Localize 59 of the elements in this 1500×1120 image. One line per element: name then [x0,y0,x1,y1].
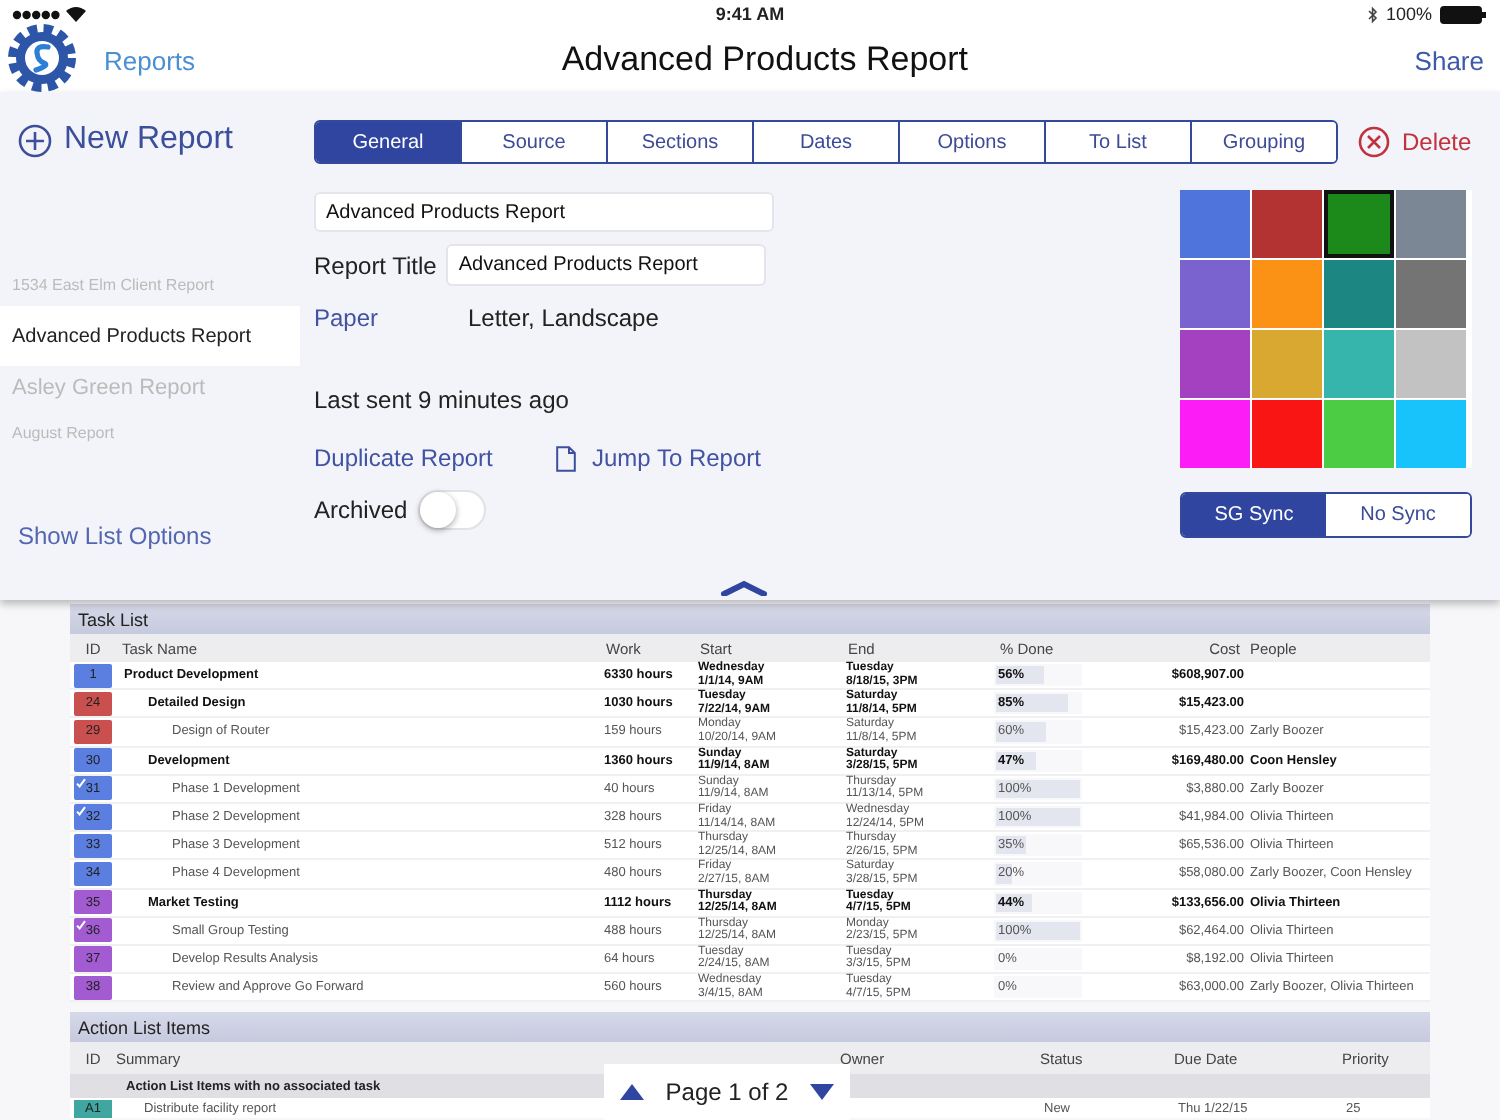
color-swatch[interactable] [1324,330,1394,398]
paper-link[interactable]: Paper [314,304,458,332]
report-list-item[interactable]: Advanced Products Report [0,306,300,366]
color-swatch[interactable] [1396,400,1466,468]
color-swatch[interactable] [1252,260,1322,328]
page-title: Advanced Products Report [559,40,970,80]
archived-toggle[interactable] [417,490,486,530]
clock-time: 9:41 AM [715,4,785,24]
tab[interactable]: Options [898,122,1044,162]
report-title-field[interactable]: Advanced Products Report [446,244,767,286]
jump-to-report-link[interactable]: Jump To Report [592,444,761,472]
page-indicator: Page 1 of 2 [665,1078,789,1106]
section-header: Action List Items [70,1012,1430,1043]
check-icon [76,778,86,789]
sync-option[interactable]: SG Sync [1182,494,1326,536]
tab[interactable]: Dates [752,122,898,162]
delete-button[interactable]: Delete [1358,126,1472,158]
tab[interactable]: Source [460,122,606,162]
paper-value: Letter, Landscape [468,304,659,332]
color-swatch[interactable] [1180,190,1250,258]
check-icon [76,806,86,817]
color-swatch[interactable] [1252,330,1322,398]
duplicate-report-link[interactable]: Duplicate Report [314,444,556,472]
tab[interactable]: To List [1044,122,1190,162]
bluetooth-icon [1367,5,1378,23]
battery-icon [1440,5,1488,23]
tab[interactable]: Sections [606,122,752,162]
wifi-icon [66,6,86,22]
last-sent-text: Last sent 9 minutes ago [314,386,569,414]
tab[interactable]: General [316,122,460,162]
new-report-button[interactable]: New Report [18,122,233,158]
color-swatch[interactable] [1324,260,1394,328]
field-label: Archived [314,496,408,524]
collapse-chevron-icon[interactable] [720,580,768,596]
previous-page-icon[interactable] [620,1084,644,1100]
check-icon [76,920,86,931]
color-swatch[interactable] [1252,190,1322,258]
field-label: Report Title [314,251,437,279]
color-swatch[interactable] [1324,400,1394,468]
color-swatch[interactable] [1180,330,1250,398]
name-field[interactable]: Advanced Products Report [314,192,774,232]
plus-circle-icon [18,123,52,157]
show-list-options-link[interactable]: Show List Options [18,522,212,550]
section-header: Task List [70,604,1430,634]
color-swatch[interactable] [1396,190,1466,258]
document-icon [556,445,576,471]
sync-option[interactable]: No Sync [1326,494,1470,536]
color-swatch[interactable] [1396,330,1466,398]
color-swatch[interactable] [1180,260,1250,328]
tab[interactable]: Grouping [1190,122,1336,162]
color-swatch[interactable] [1180,400,1250,468]
battery-percent: 100% [1385,4,1432,24]
close-circle-icon [1358,126,1390,158]
next-page-icon[interactable] [809,1084,834,1100]
color-swatch[interactable] [1396,260,1466,328]
color-swatch[interactable] [1252,400,1322,468]
signal-icon [12,9,60,19]
color-swatch[interactable] [1324,190,1394,258]
share-button[interactable]: Share [1414,45,1484,75]
